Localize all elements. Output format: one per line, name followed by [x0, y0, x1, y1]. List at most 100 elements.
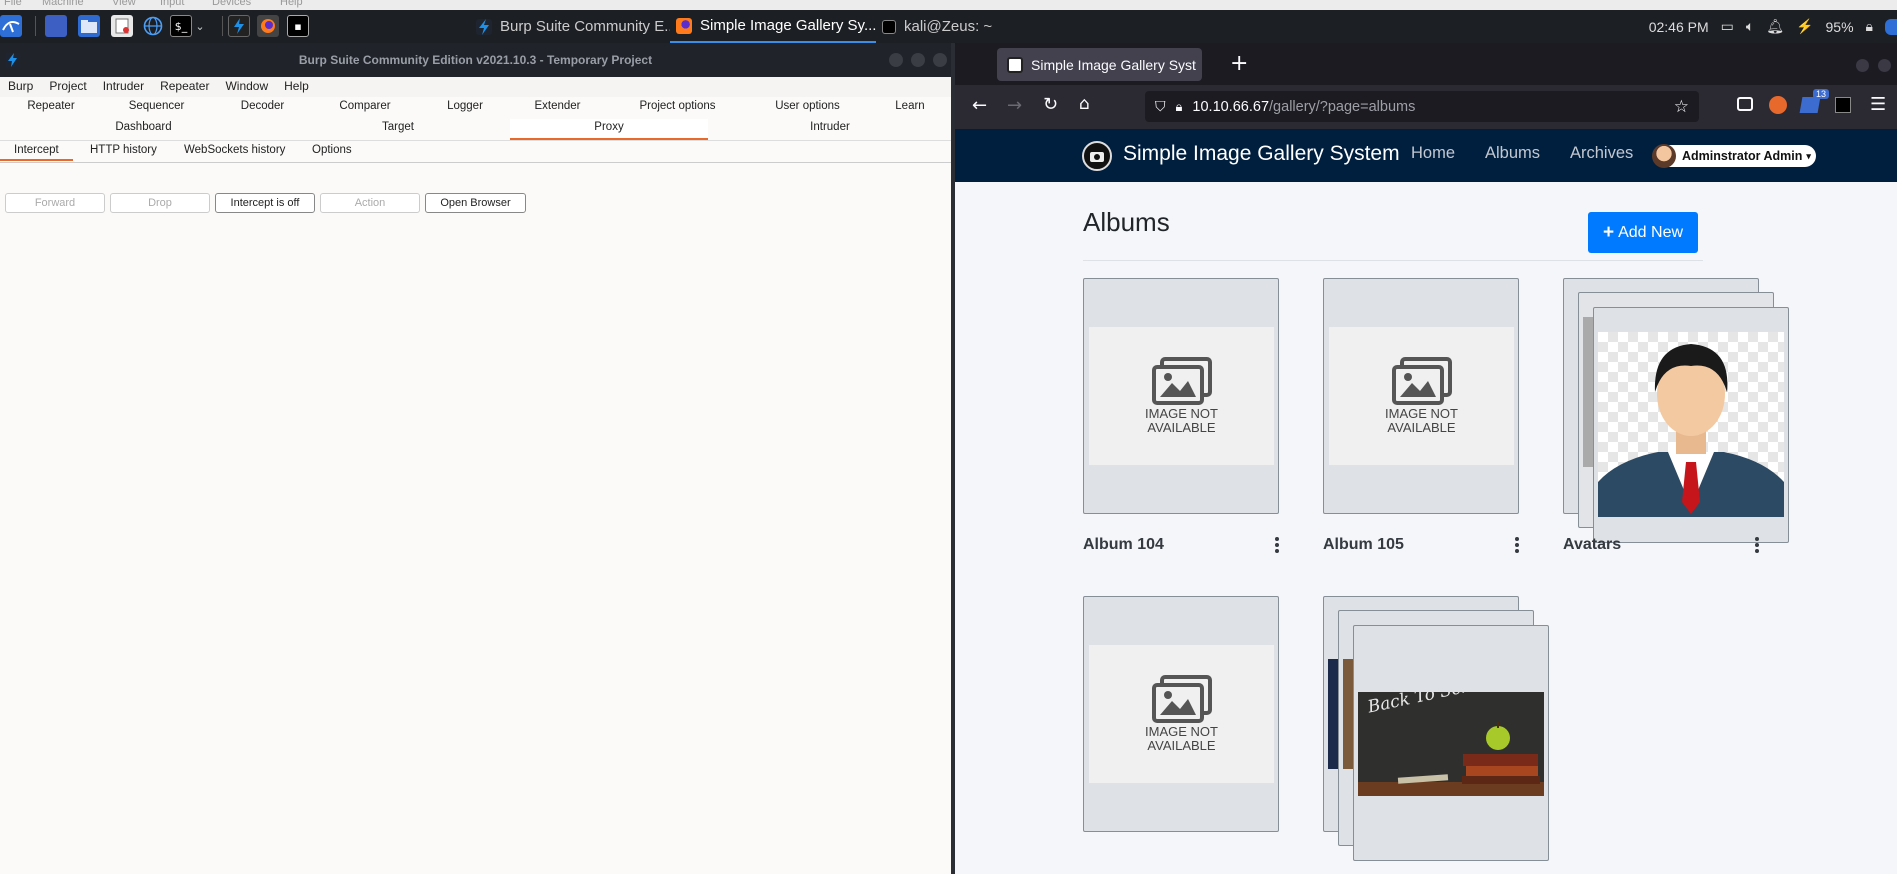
- album-name-105[interactable]: Album 105: [1323, 536, 1404, 554]
- task-burp[interactable]: Burp Suite Community E...: [470, 10, 670, 43]
- power-icon[interactable]: [1885, 18, 1897, 35]
- new-tab-button[interactable]: +: [1230, 51, 1248, 76]
- avatars-kebab-icon[interactable]: [1755, 537, 1759, 555]
- terminal-window-button-icon[interactable]: ▪: [287, 15, 309, 37]
- home-icon[interactable]: ⌂: [1079, 94, 1090, 114]
- shield-icon[interactable]: ⛉: [1155, 98, 1166, 115]
- firefox-window-button-icon[interactable]: [257, 15, 279, 37]
- tab-extender[interactable]: Extender: [515, 100, 600, 112]
- tab-intruder[interactable]: Intruder: [710, 121, 950, 139]
- maximize-button[interactable]: [911, 53, 925, 67]
- site-logo-camera-icon[interactable]: [1082, 141, 1112, 171]
- reload-icon[interactable]: ↻: [1043, 94, 1058, 115]
- action-button[interactable]: Action: [320, 193, 420, 213]
- vm-menu-input[interactable]: Input: [160, 0, 184, 8]
- notification-bell-icon[interactable]: 🔔︎: [1766, 18, 1784, 35]
- tab-proxy[interactable]: Proxy: [510, 119, 708, 140]
- album-card-104[interactable]: IMAGE NOT AVAILABLE: [1083, 278, 1279, 514]
- url-bar[interactable]: ⛉ 🔒︎ 10.10.66.67/gallery/?page=albums ☆: [1145, 91, 1699, 122]
- album-104-kebab-icon[interactable]: [1275, 537, 1279, 555]
- subtab-intercept[interactable]: Intercept: [0, 141, 73, 161]
- album-105-kebab-icon[interactable]: [1515, 537, 1519, 555]
- menu-help[interactable]: Help: [276, 77, 317, 97]
- foxyproxy-icon[interactable]: [1769, 96, 1787, 114]
- tab-sequencer[interactable]: Sequencer: [104, 100, 209, 112]
- page-info-icon[interactable]: 🔒︎: [1176, 99, 1183, 115]
- vm-menu-help[interactable]: Help: [280, 0, 303, 8]
- nav-albums[interactable]: Albums: [1485, 144, 1540, 163]
- extension-icon[interactable]: [1799, 97, 1821, 113]
- desktop-icon[interactable]: [45, 15, 67, 37]
- tab-learn[interactable]: Learn: [880, 100, 940, 112]
- menu-intruder[interactable]: Intruder: [95, 77, 152, 97]
- image-placeholder-icon: [1151, 357, 1212, 405]
- no-image-text-1: IMAGE NOT: [1145, 406, 1218, 421]
- task-firefox-label: Simple Image Gallery Sy...: [700, 17, 876, 34]
- tab-repeater[interactable]: Repeater: [0, 100, 102, 112]
- tab-decoder[interactable]: Decoder: [210, 100, 315, 112]
- text-editor-icon[interactable]: [111, 15, 133, 37]
- tab-logger[interactable]: Logger: [415, 100, 515, 112]
- bookmark-star-icon[interactable]: ☆: [1674, 97, 1689, 117]
- tab-user-options[interactable]: User options: [750, 100, 865, 112]
- intercept-toggle-button[interactable]: Intercept is off: [215, 193, 315, 213]
- display-icon[interactable]: ▭: [1721, 18, 1734, 35]
- album-card-row2-1[interactable]: IMAGE NOT AVAILABLE: [1083, 596, 1279, 832]
- file-manager-icon[interactable]: [78, 15, 100, 37]
- pocket-icon[interactable]: [1737, 97, 1753, 111]
- kali-menu-icon[interactable]: [0, 15, 22, 37]
- menu-project[interactable]: Project: [41, 77, 94, 97]
- minimize-button[interactable]: [889, 53, 903, 67]
- nav-archives[interactable]: Archives: [1570, 144, 1633, 163]
- browser-tab-active[interactable]: Simple Image Gallery Syst: [997, 48, 1202, 81]
- forward-arrow-icon[interactable]: →: [1007, 95, 1022, 116]
- tab-dashboard[interactable]: Dashboard: [0, 121, 287, 139]
- user-menu[interactable]: Adminstrator Admin ▾: [1652, 144, 1816, 168]
- subtab-http-history[interactable]: HTTP history: [76, 141, 171, 161]
- drop-button[interactable]: Drop: [110, 193, 210, 213]
- browser-tab-title: Simple Image Gallery Syst: [1031, 56, 1196, 73]
- plus-icon: +: [1602, 221, 1615, 243]
- terminal-task-icon: [882, 19, 896, 34]
- menu-repeater[interactable]: Repeater: [152, 77, 217, 97]
- forward-button[interactable]: Forward: [5, 193, 105, 213]
- wappalyzer-icon[interactable]: [1835, 97, 1851, 113]
- subtab-websockets-history[interactable]: WebSockets history: [170, 141, 299, 161]
- task-terminal-label: kali@Zeus: ~: [904, 18, 993, 35]
- back-arrow-icon[interactable]: ←: [972, 95, 987, 116]
- battery-icon[interactable]: ⚡: [1796, 18, 1813, 35]
- album-card-avatars[interactable]: [1593, 307, 1789, 543]
- burp-task-icon: [476, 18, 492, 35]
- terminal-launcher-icon[interactable]: $_: [170, 15, 192, 37]
- tab-comparer[interactable]: Comparer: [315, 100, 415, 112]
- vm-menu-file[interactable]: File: [4, 0, 22, 8]
- site-brand[interactable]: Simple Image Gallery System: [1123, 142, 1400, 166]
- hamburger-menu-icon[interactable]: ☰: [1870, 94, 1886, 115]
- nav-home[interactable]: Home: [1411, 144, 1455, 163]
- album-name-104[interactable]: Album 104: [1083, 536, 1164, 554]
- subtab-options[interactable]: Options: [298, 141, 366, 161]
- vm-menu-view[interactable]: View: [112, 0, 136, 8]
- browser-globe-icon[interactable]: [142, 15, 164, 37]
- task-terminal[interactable]: kali@Zeus: ~: [876, 10, 1076, 43]
- add-new-button[interactable]: + Add New: [1588, 212, 1698, 253]
- burp-window-button-icon[interactable]: [228, 15, 250, 37]
- open-browser-button[interactable]: Open Browser: [425, 193, 526, 213]
- album-name-avatars[interactable]: Avatars: [1563, 536, 1621, 554]
- album-card-105[interactable]: IMAGE NOT AVAILABLE: [1323, 278, 1519, 514]
- clock[interactable]: 02:46 PM: [1649, 19, 1709, 35]
- task-firefox[interactable]: Simple Image Gallery Sy...: [670, 10, 876, 43]
- tab-project-options[interactable]: Project options: [610, 100, 745, 112]
- menu-window[interactable]: Window: [217, 77, 276, 97]
- vm-menu-devices[interactable]: Devices: [212, 0, 251, 8]
- menu-burp[interactable]: Burp: [0, 77, 41, 97]
- vm-menu-machine[interactable]: Machine: [42, 0, 84, 8]
- chevron-down-icon[interactable]: ⌄: [194, 15, 206, 37]
- ff-minimize-button[interactable]: [1856, 59, 1869, 72]
- close-button[interactable]: [933, 53, 947, 67]
- tab-target[interactable]: Target: [288, 121, 508, 139]
- lock-icon[interactable]: 🔒︎: [1866, 18, 1873, 35]
- album-card-row2-2[interactable]: Back To School !: [1353, 625, 1549, 861]
- volume-icon[interactable]: 🔈︎: [1746, 18, 1754, 35]
- ff-maximize-button[interactable]: [1878, 59, 1891, 72]
